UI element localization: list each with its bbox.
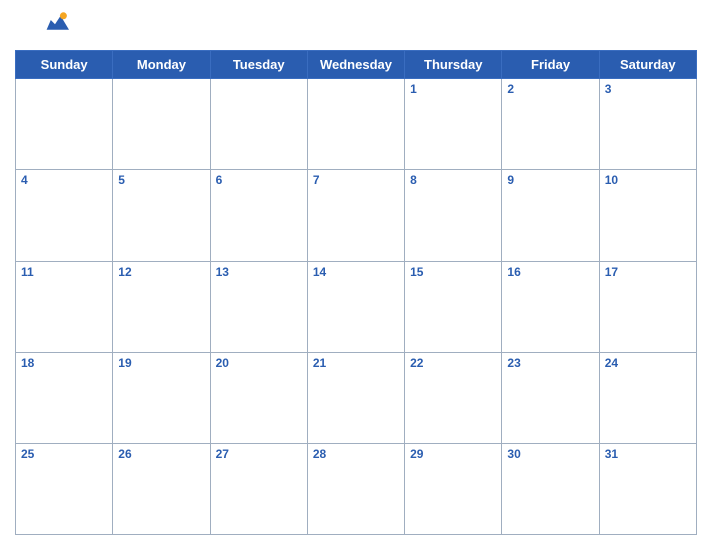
calendar-cell: 21: [307, 352, 404, 443]
calendar-cell: 22: [405, 352, 502, 443]
day-number: 23: [507, 356, 593, 370]
day-number: 11: [21, 265, 107, 279]
calendar-cell: 16: [502, 261, 599, 352]
day-number: 4: [21, 173, 107, 187]
calendar-cell: 15: [405, 261, 502, 352]
calendar-cell: 28: [307, 443, 404, 534]
calendar-cell: 7: [307, 170, 404, 261]
calendar-cell: 24: [599, 352, 696, 443]
day-number: 12: [118, 265, 204, 279]
calendar-cell: 18: [16, 352, 113, 443]
day-number: 8: [410, 173, 496, 187]
day-number: 21: [313, 356, 399, 370]
weekday-header-saturday: Saturday: [599, 51, 696, 79]
day-number: 14: [313, 265, 399, 279]
calendar-cell: 8: [405, 170, 502, 261]
day-number: 27: [216, 447, 302, 461]
week-row-5: 25 26 27 28 29 30 31: [16, 443, 697, 534]
day-number: 22: [410, 356, 496, 370]
day-number: 19: [118, 356, 204, 370]
calendar-cell: 13: [210, 261, 307, 352]
calendar-cell: 26: [113, 443, 210, 534]
logo-icon: [41, 10, 69, 30]
weekday-header-thursday: Thursday: [405, 51, 502, 79]
logo: [15, 10, 95, 44]
calendar-cell: 9: [502, 170, 599, 261]
day-number: 6: [216, 173, 302, 187]
day-number: 2: [507, 82, 593, 96]
day-number: 26: [118, 447, 204, 461]
calendar-cell: 4: [16, 170, 113, 261]
day-number: 5: [118, 173, 204, 187]
day-number: 9: [507, 173, 593, 187]
day-number: 7: [313, 173, 399, 187]
calendar-cell: 2: [502, 79, 599, 170]
day-number: 28: [313, 447, 399, 461]
weekday-header-monday: Monday: [113, 51, 210, 79]
calendar-cell: [307, 79, 404, 170]
day-number: 10: [605, 173, 691, 187]
calendar-cell: 23: [502, 352, 599, 443]
calendar-cell: 17: [599, 261, 696, 352]
calendar-cell: 30: [502, 443, 599, 534]
week-row-2: 456789 10: [16, 170, 697, 261]
day-number: 30: [507, 447, 593, 461]
week-row-4: 18 19 20 21 22 23 24: [16, 352, 697, 443]
calendar-cell: 27: [210, 443, 307, 534]
calendar-cell: 20: [210, 352, 307, 443]
calendar-cell: 29: [405, 443, 502, 534]
weekday-header-wednesday: Wednesday: [307, 51, 404, 79]
day-number: 1: [410, 82, 496, 96]
calendar-cell: 3: [599, 79, 696, 170]
calendar-cell: [113, 79, 210, 170]
calendar-cell: 12: [113, 261, 210, 352]
calendar-header: [15, 10, 697, 44]
weekday-header-friday: Friday: [502, 51, 599, 79]
week-row-1: 123: [16, 79, 697, 170]
weekday-header-row: SundayMondayTuesdayWednesdayThursdayFrid…: [16, 51, 697, 79]
calendar-cell: 5: [113, 170, 210, 261]
calendar-cell: [210, 79, 307, 170]
weekday-header-tuesday: Tuesday: [210, 51, 307, 79]
day-number: 29: [410, 447, 496, 461]
day-number: 16: [507, 265, 593, 279]
calendar-cell: 1: [405, 79, 502, 170]
calendar-cell: 25: [16, 443, 113, 534]
calendar-cell: [16, 79, 113, 170]
day-number: 3: [605, 82, 691, 96]
calendar-cell: 31: [599, 443, 696, 534]
day-number: 15: [410, 265, 496, 279]
calendar-cell: 14: [307, 261, 404, 352]
calendar-cell: 6: [210, 170, 307, 261]
day-number: 25: [21, 447, 107, 461]
calendar-cell: 19: [113, 352, 210, 443]
calendar-cell: 11: [16, 261, 113, 352]
day-number: 18: [21, 356, 107, 370]
day-number: 17: [605, 265, 691, 279]
calendar-table: SundayMondayTuesdayWednesdayThursdayFrid…: [15, 50, 697, 535]
weekday-header-sunday: Sunday: [16, 51, 113, 79]
week-row-3: 11 12 13 14 15 16 17: [16, 261, 697, 352]
day-number: 20: [216, 356, 302, 370]
day-number: 13: [216, 265, 302, 279]
day-number: 31: [605, 447, 691, 461]
calendar-cell: 10: [599, 170, 696, 261]
day-number: 24: [605, 356, 691, 370]
